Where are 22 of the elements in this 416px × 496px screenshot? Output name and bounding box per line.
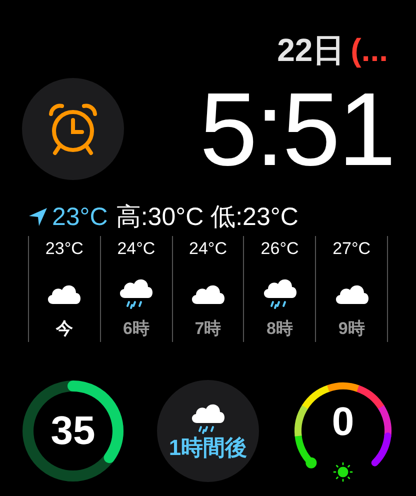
- hour-label: 6時: [122, 318, 150, 340]
- calendar-event-text: (...: [350, 31, 388, 70]
- hourly-temperature: 26°C: [260, 238, 299, 260]
- hour-label: 今: [56, 318, 73, 340]
- temperature-range: 高:30°C 低:23°C: [116, 202, 298, 232]
- hour-label: 9時: [338, 318, 365, 340]
- current-temperature: 23°C: [52, 202, 108, 232]
- activity-value: 35: [50, 408, 96, 454]
- hourly-temperature: 24°C: [117, 238, 156, 260]
- sun-icon: [333, 462, 353, 482]
- clock-time: 5:51: [200, 78, 394, 182]
- rain-forecast-complication[interactable]: 1時間後: [157, 380, 259, 482]
- hour-label: 8時: [266, 318, 294, 340]
- uv-index-value: 0: [332, 400, 354, 444]
- rain-forecast-label: 1時間後: [168, 435, 248, 461]
- hourly-temperature: 27°C: [332, 238, 371, 260]
- alarm-clock-icon: [47, 102, 99, 156]
- date-text: 22日: [277, 31, 345, 70]
- hourly-temperature: 23°C: [45, 238, 84, 260]
- hour-label: 7時: [194, 318, 222, 340]
- location-arrow-icon: [28, 207, 48, 227]
- hourly-temperature: 24°C: [189, 238, 227, 260]
